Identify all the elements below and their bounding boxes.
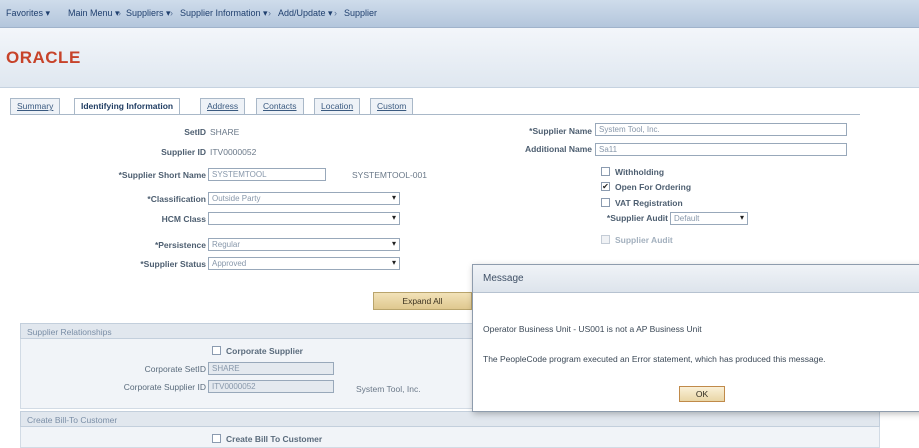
breadcrumb-separator: › [118,8,121,18]
setid-label: SetID [184,127,206,137]
chevron-down-icon: ▾ [391,213,396,222]
supplier-status-label: *Supplier Status [140,259,206,269]
tab-address[interactable]: Address [200,98,246,114]
breadcrumb-add-update[interactable]: Add/Update ▾ [278,8,333,19]
expand-all-button[interactable]: Expand All [373,292,472,310]
breadcrumb-separator: › [268,8,271,18]
message-dialog-title-bar[interactable]: Message [473,265,919,293]
persistence-select-value: Regular [212,240,241,249]
supplier-audit-select[interactable]: Default ▾ [670,212,748,225]
short-name-suffix: SYSTEMTOOL-001 [352,170,427,180]
open-for-ordering-label: Open For Ordering [615,182,692,192]
supplier-audit-checkbox[interactable] [601,235,610,244]
setid-value: SHARE [210,127,240,137]
corporate-supplier-label: Corporate Supplier [226,346,303,356]
withholding-label: Withholding [615,167,665,177]
tab-contacts[interactable]: Contacts [256,98,304,114]
corporate-supplier-checkbox[interactable] [212,346,221,355]
tab-custom[interactable]: Custom [370,98,414,114]
tab-summary[interactable]: Summary [10,98,61,114]
supplier-audit-checkbox-label: Supplier Audit [615,235,673,245]
chevron-down-icon: ▾ [391,193,396,202]
supplier-status-select-value: Approved [212,259,247,268]
supplier-name-input[interactable]: System Tool, Inc. [595,123,847,136]
oracle-logo: ORACLE [6,48,81,67]
chevron-down-icon: ▾ [739,213,744,222]
main-menu[interactable]: Main Menu ▾ [68,8,120,19]
supplier-name-label: *Supplier Name [529,126,592,136]
classification-select-value: Outside Party [212,194,261,203]
classification-label: *Classification [147,194,206,204]
supplier-audit-label: *Supplier Audit [606,213,668,223]
corporate-setid-field: SHARE [208,362,334,375]
message-line-2: The PeopleCode program executed an Error… [483,354,826,364]
supplier-status-select[interactable]: Approved ▾ [208,257,400,270]
message-dialog: Message Operator Business Unit - US001 i… [472,264,919,412]
favorites-menu[interactable]: Favorites ▾ [6,8,50,19]
chevron-down-icon: ▾ [391,258,396,267]
brand-header: ORACLE [0,28,919,88]
vat-registration-checkbox[interactable] [601,198,610,207]
supplier-audit-select-value: Default [674,214,700,223]
ok-button[interactable]: OK [679,386,725,402]
withholding-checkbox[interactable] [601,167,610,176]
create-bill-to-panel [20,427,880,448]
top-navigation-bar: Favorites ▾ Main Menu ▾ › Suppliers ▾ › … [0,0,919,28]
additional-name-label: Additional Name [524,144,592,154]
create-bill-to-label: Create Bill To Customer [226,434,323,444]
classification-select[interactable]: Outside Party ▾ [208,192,400,205]
breadcrumb-separator: › [170,8,173,18]
persistence-label: *Persistence [154,240,206,250]
persistence-select[interactable]: Regular ▾ [208,238,400,251]
vat-registration-label: VAT Registration [615,198,683,208]
breadcrumb-suppliers[interactable]: Suppliers ▾ [126,8,171,19]
message-dialog-title: Message [483,273,524,284]
create-bill-to-checkbox[interactable] [212,434,221,443]
corporate-supplier-name: System Tool, Inc. [356,384,421,394]
breadcrumb-supplier[interactable]: Supplier [344,8,377,18]
short-name-label: *Supplier Short Name [118,170,206,180]
corporate-supplier-id-label: Corporate Supplier ID [123,382,206,392]
open-for-ordering-checkbox[interactable]: ✔ [601,182,610,191]
tab-location[interactable]: Location [314,98,361,114]
message-line-1: Operator Business Unit - US001 is not a … [483,324,702,334]
chevron-down-icon: ▾ [391,239,396,248]
tab-identifying-information[interactable]: Identifying Information [74,98,181,114]
corporate-supplier-id-field: ITV0000052 [208,380,334,393]
short-name-input[interactable]: SYSTEMTOOL [208,168,326,181]
hcm-class-select[interactable]: ▾ [208,212,400,225]
hcm-class-label: HCM Class [161,214,206,224]
tab-divider [10,114,860,115]
additional-name-input[interactable]: Sa11 [595,143,847,156]
corporate-setid-label: Corporate SetID [144,364,206,374]
breadcrumb-supplier-information[interactable]: Supplier Information ▾ [180,8,268,19]
supplier-id-value: ITV0000052 [210,147,257,157]
create-bill-to-header[interactable]: Create Bill-To Customer [20,411,880,427]
supplier-id-label: Supplier ID [161,147,206,157]
breadcrumb-separator: › [334,8,337,18]
